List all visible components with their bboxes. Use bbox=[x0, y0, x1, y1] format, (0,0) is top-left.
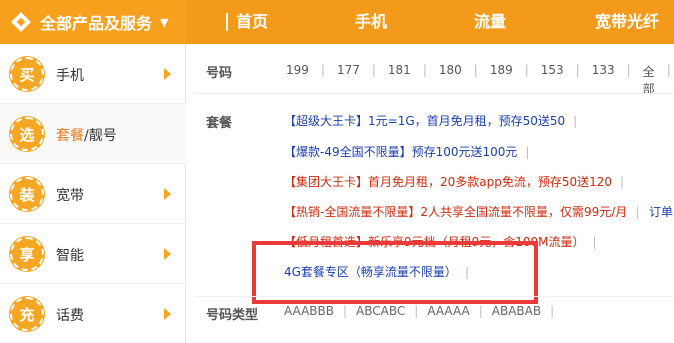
nav-traffic[interactable]: 流量 bbox=[474, 0, 506, 44]
number-prefix-link[interactable]: 133 bbox=[590, 63, 617, 97]
package-link-text[interactable]: 【超级大王卡】1元=1G，首月免月租，预存50送50 bbox=[284, 114, 565, 128]
number-prefix-list: 199 | 177 | 181 | 180 | 189 | 153 | 133 | 全部 | bbox=[284, 63, 674, 97]
number-type-link[interactable]: ABCABC bbox=[356, 304, 405, 318]
sidebar-item-label: 话费 bbox=[56, 308, 84, 324]
separator: | bbox=[343, 304, 348, 318]
package-link-text[interactable]: 【爆款-49全国不限量】预存100元送100元 bbox=[284, 145, 517, 159]
sidebar-item-recharge[interactable]: 充 话费 bbox=[0, 284, 186, 343]
separator: | bbox=[478, 304, 483, 318]
row-divider bbox=[194, 296, 674, 297]
install-badge-icon: 装 bbox=[10, 177, 44, 211]
all-products-title: 全部产品及服务 bbox=[40, 14, 153, 33]
sidebar-item-label-highlight: 套餐 bbox=[56, 128, 84, 144]
buy-badge-icon: 买 bbox=[10, 57, 44, 91]
package-link[interactable]: 【热销-全国流量不限量】2人共享全国流量不限量，仅需99元/月 | bbox=[284, 203, 639, 220]
package-link-text[interactable]: 【热销-全国流量不限量】2人共享全国流量不限量，仅需99元/月 bbox=[284, 205, 627, 219]
nav-broadband[interactable]: 宽带光纤 bbox=[595, 0, 659, 44]
number-label: 号码 bbox=[206, 66, 233, 81]
sidebar-item-plans[interactable]: 选 套餐/靓号 bbox=[0, 104, 186, 164]
package-label: 套餐 bbox=[206, 116, 233, 131]
chevron-right-icon bbox=[164, 308, 171, 320]
order-link[interactable]: 订单 bbox=[649, 203, 673, 220]
nav-phone[interactable]: 手机 bbox=[355, 0, 387, 44]
sidebar-item-label: 智能 bbox=[56, 248, 84, 264]
number-type-label: 号码类型 bbox=[206, 308, 259, 323]
package-link[interactable]: 【超级大王卡】1元=1G，首月免月租，预存50送50 | bbox=[284, 112, 577, 129]
highlight-box bbox=[252, 241, 538, 304]
sidebar-item-label: 手机 bbox=[56, 68, 84, 84]
separator: | bbox=[524, 63, 529, 77]
number-type-link[interactable]: ABABAB bbox=[492, 304, 541, 318]
sidebar-item-label: 宽带 bbox=[56, 188, 84, 204]
sidebar-item-label: 套餐/靓号 bbox=[56, 125, 117, 145]
separator: | bbox=[666, 63, 671, 77]
number-prefix-link[interactable]: 181 bbox=[386, 63, 413, 97]
nav-divider bbox=[226, 13, 228, 31]
all-products-menu[interactable]: 全部产品及服务 ▼ bbox=[0, 0, 186, 44]
separator: | bbox=[422, 63, 427, 77]
separator: | bbox=[525, 145, 530, 159]
row-divider bbox=[194, 93, 674, 94]
enjoy-badge-icon: 享 bbox=[10, 237, 44, 271]
number-type-link[interactable]: AAAAA bbox=[427, 304, 469, 318]
number-type-link[interactable]: AAABBB bbox=[284, 304, 334, 318]
package-link[interactable]: 【集团大王卡】首月免月租，20多款app免流，预存50送120 | bbox=[284, 173, 624, 190]
separator: | bbox=[473, 63, 478, 77]
number-prefix-link[interactable]: 189 bbox=[488, 63, 515, 97]
separator: | bbox=[626, 63, 631, 77]
separator: | bbox=[575, 63, 580, 77]
select-badge-icon: 选 bbox=[10, 117, 44, 151]
separator: | bbox=[414, 304, 419, 318]
nav-home[interactable]: 首页 bbox=[236, 0, 268, 44]
sidebar-item-broadband[interactable]: 装 宽带 bbox=[0, 164, 186, 224]
number-prefix-link[interactable]: 199 bbox=[284, 63, 311, 97]
number-type-list: AAABBB | ABCABC | AAAAA | ABABAB | bbox=[284, 304, 563, 318]
separator: | bbox=[320, 63, 325, 77]
number-prefix-link[interactable]: 180 bbox=[437, 63, 464, 97]
sidebar-item-smart[interactable]: 享 智能 bbox=[0, 224, 186, 284]
number-prefix-link[interactable]: 177 bbox=[335, 63, 362, 97]
package-link-text[interactable]: 【集团大王卡】首月免月租，20多款app免流，预存50送120 bbox=[284, 175, 612, 189]
separator: | bbox=[620, 175, 625, 189]
package-link[interactable]: 【爆款-49全国不限量】预存100元送100元 | bbox=[284, 143, 529, 160]
recharge-badge-icon: 充 bbox=[10, 297, 44, 331]
separator: | bbox=[573, 114, 578, 128]
separator: | bbox=[592, 235, 597, 249]
separator: | bbox=[635, 205, 640, 219]
number-prefix-link[interactable]: 153 bbox=[539, 63, 566, 97]
separator: | bbox=[371, 63, 376, 77]
sidebar-item-label-rest: /靓号 bbox=[84, 128, 117, 144]
sidebar-item-phone[interactable]: 买 手机 bbox=[0, 44, 186, 104]
number-prefix-all[interactable]: 全部 bbox=[641, 63, 657, 97]
grid-diamond-icon bbox=[10, 11, 32, 33]
category-sidebar: 买 手机 选 套餐/靓号 装 宽带 享 智能 充 话费 bbox=[0, 44, 186, 343]
chevron-right-icon bbox=[164, 68, 171, 80]
chevron-right-icon bbox=[164, 248, 171, 260]
chevron-down-icon: ▼ bbox=[160, 15, 169, 29]
chevron-right-icon bbox=[164, 188, 171, 200]
separator: | bbox=[550, 304, 555, 318]
